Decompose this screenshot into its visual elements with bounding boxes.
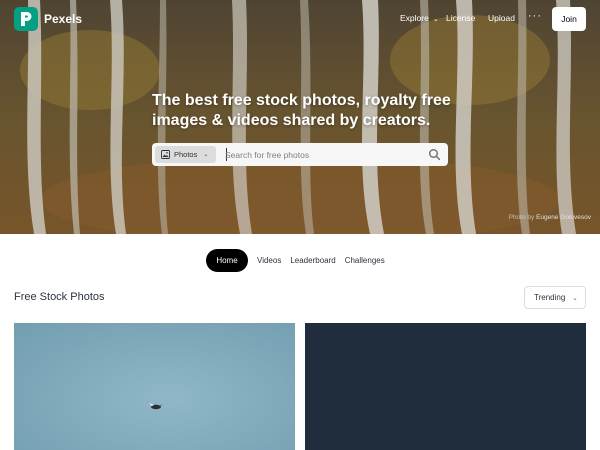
more-dots-icon[interactable]: ···	[528, 10, 542, 22]
tab-home[interactable]: Home	[206, 249, 248, 272]
bird-image	[149, 403, 163, 410]
content-tabs: Home Videos Leaderboard Challenges	[206, 249, 385, 272]
section-title: Free Stock Photos	[14, 291, 105, 303]
image-icon	[161, 150, 170, 159]
hero-banner: Pexels Explore ⌄ License Upload ··· Join …	[0, 0, 600, 234]
photo-credit[interactable]: Photo by Eugene Golovesov	[509, 214, 591, 221]
tab-leaderboard[interactable]: Leaderboard	[290, 256, 335, 265]
search-bar: Photos ⌄	[152, 143, 448, 166]
photo-card[interactable]	[305, 323, 586, 450]
search-input[interactable]	[225, 146, 415, 163]
chevron-down-icon: ⌄	[203, 152, 209, 158]
hero-headline: The best free stock photos, royalty free…	[152, 92, 451, 129]
photo-credit-prefix: Photo by	[508, 214, 535, 221]
sort-dropdown[interactable]: Trending ⌄	[524, 286, 586, 309]
nav-license[interactable]: License	[446, 13, 475, 23]
sort-label: Trending	[534, 293, 566, 302]
nav-explore[interactable]: Explore ⌄	[400, 13, 439, 23]
pexels-logo-icon[interactable]	[14, 7, 38, 31]
search-icon[interactable]	[428, 148, 441, 161]
search-type-dropdown[interactable]: Photos ⌄	[155, 146, 216, 163]
nav-upload[interactable]: Upload	[488, 13, 515, 23]
chevron-down-icon: ⌄	[572, 294, 578, 302]
chevron-down-icon: ⌄	[432, 16, 439, 23]
brand-name[interactable]: Pexels	[44, 12, 82, 26]
photo-card[interactable]	[14, 323, 295, 450]
nav-explore-label: Explore	[400, 13, 429, 23]
photo-credit-author[interactable]: Eugene Golovesov	[536, 214, 591, 221]
tab-videos[interactable]: Videos	[257, 256, 281, 265]
top-navbar: Pexels Explore ⌄ License Upload ··· Join	[0, 0, 600, 38]
search-type-label: Photos	[174, 150, 198, 159]
tab-challenges[interactable]: Challenges	[345, 256, 385, 265]
join-button[interactable]: Join	[552, 7, 586, 31]
